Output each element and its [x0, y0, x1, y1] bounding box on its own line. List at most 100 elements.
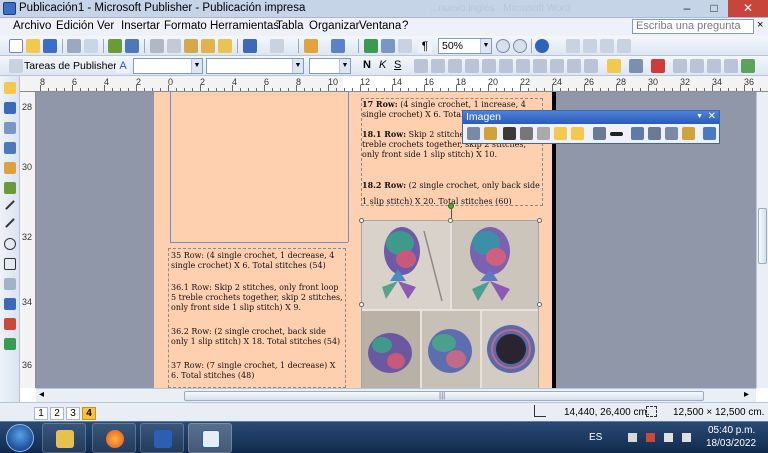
menu-organizar[interactable]: Organizar [309, 20, 360, 32]
bold-button[interactable]: N [363, 59, 371, 71]
publisher-tasks-icon[interactable] [9, 59, 23, 73]
design-gallery-icon[interactable] [4, 338, 16, 350]
dash-style-icon[interactable] [690, 59, 704, 73]
color-picture-icon[interactable] [484, 127, 497, 140]
arrow-style-icon[interactable] [707, 59, 721, 73]
scroll-left-arrow[interactable]: ◂ [39, 389, 44, 400]
undo-icon[interactable] [243, 39, 257, 53]
form-control-icon[interactable] [4, 318, 16, 330]
text-wrap-icon[interactable] [631, 127, 644, 140]
autoshapes-icon[interactable] [4, 278, 16, 290]
reset-picture-icon[interactable] [682, 127, 695, 140]
menu-archivo[interactable]: Archivo [13, 20, 51, 32]
close-window-button[interactable]: ✕ [728, 0, 768, 17]
picture-toolbar[interactable]: Imagen ▼ ✕ [462, 110, 720, 144]
line-style-icon[interactable] [673, 59, 687, 73]
taskbar-word[interactable] [140, 423, 184, 453]
menu-herramientas[interactable]: Herramientas [210, 20, 279, 32]
decrease-indent-icon[interactable] [533, 59, 547, 73]
network-alert-icon[interactable] [646, 433, 655, 442]
crochet-photo-collage[interactable] [361, 220, 539, 388]
arrow-icon[interactable] [5, 218, 15, 228]
select-pointer-icon[interactable] [4, 82, 16, 94]
publisher-app-icon[interactable] [3, 2, 16, 15]
crop-picture-icon[interactable] [593, 127, 606, 140]
save-icon[interactable] [43, 39, 57, 53]
picture-frame-icon[interactable] [4, 162, 16, 174]
picture-toolbar-title[interactable]: Imagen [463, 111, 719, 124]
distribute-icon[interactable] [482, 59, 496, 73]
zoom-in-icon[interactable] [513, 39, 527, 53]
clipboard-icon[interactable] [201, 39, 215, 53]
line-icon[interactable] [5, 200, 15, 210]
spelling-icon[interactable] [108, 39, 122, 53]
styles-icon[interactable]: A [116, 59, 130, 73]
taskbar-explorer[interactable] [42, 423, 86, 453]
menu-edicion[interactable]: Edición [56, 20, 94, 32]
toolbar-options-icon[interactable]: ▼ [696, 113, 703, 120]
menu-insertar[interactable]: Insertar [121, 20, 160, 32]
fill-color-icon[interactable] [607, 59, 621, 73]
insert-table-icon[interactable] [4, 122, 16, 134]
menu-ventana[interactable]: Ventana [359, 20, 401, 32]
chevron-down-icon[interactable]: ▼ [191, 59, 202, 73]
horizontal-ruler[interactable]: 8 6 4 2 0 2 4 6 8 10 12 14 16 18 20 22 24 26 28 30 32 34 36 [20, 76, 768, 92]
chevron-down-icon[interactable]: ▼ [292, 59, 303, 73]
numbering-icon[interactable] [499, 59, 513, 73]
wordart-icon[interactable] [4, 142, 16, 154]
maximize-button[interactable]: □ [701, 0, 727, 17]
insert-picture-icon[interactable] [467, 127, 480, 140]
clip-art-icon[interactable] [4, 182, 16, 194]
chevron-down-icon[interactable]: ▼ [480, 39, 491, 53]
underline-button[interactable]: S [394, 59, 401, 71]
vertical-scroll-thumb[interactable] [758, 208, 767, 264]
format-painter-icon[interactable] [218, 39, 232, 53]
copy-icon[interactable] [167, 39, 181, 53]
paste-icon[interactable] [184, 39, 198, 53]
insert-hyperlink-icon[interactable] [364, 39, 378, 53]
vertical-scrollbar[interactable] [756, 92, 768, 388]
style-select[interactable]: ▼ [133, 58, 203, 74]
horizontal-scrollbar[interactable]: ◂ ||| ▸ [36, 388, 756, 402]
signal-icon[interactable] [664, 433, 673, 442]
shadow-style-icon[interactable] [724, 59, 738, 73]
wrap-icon[interactable] [600, 39, 614, 53]
rotation-handle[interactable] [448, 203, 454, 209]
less-brightness-icon[interactable] [554, 127, 567, 140]
set-transparent-color-icon[interactable] [665, 127, 678, 140]
page-tab-3[interactable]: 3 [66, 407, 80, 420]
page-tab-1[interactable]: 1 [34, 407, 48, 420]
zoom-select[interactable]: 50% ▼ [438, 38, 492, 54]
chevron-down-icon[interactable]: ▼ [339, 59, 350, 73]
resize-handle[interactable] [448, 218, 453, 223]
bullets-icon[interactable] [516, 59, 530, 73]
close-toolbar-button[interactable]: ✕ [708, 111, 716, 123]
more-contrast-icon[interactable] [503, 127, 516, 140]
decrease-font-icon[interactable] [567, 59, 581, 73]
italic-button[interactable]: K [379, 59, 386, 71]
volume-icon[interactable] [682, 433, 691, 442]
page-tab-2[interactable]: 2 [50, 407, 64, 420]
compress-pictures-icon[interactable] [703, 127, 716, 140]
align-right-icon[interactable] [448, 59, 462, 73]
paragraph-row-35[interactable]: 35 Row: (4 single crochet, 1 decrease, 4… [171, 251, 343, 271]
crop-icon[interactable] [566, 39, 580, 53]
page-tab-4[interactable]: 4 [82, 407, 96, 420]
horizontal-scroll-thumb[interactable]: ||| [184, 391, 704, 401]
more-brightness-icon[interactable] [537, 127, 550, 140]
hot-spot-icon[interactable] [4, 298, 16, 310]
print-icon[interactable] [67, 39, 81, 53]
taskbar-firefox[interactable] [92, 423, 136, 453]
line-style-icon[interactable] [610, 132, 623, 136]
font-color-icon[interactable] [651, 59, 665, 73]
increase-font-icon[interactable] [584, 59, 598, 73]
resize-handle[interactable] [537, 302, 542, 307]
publisher-tasks-button[interactable]: Tareas de Publisher [24, 60, 117, 72]
3d-style-icon[interactable] [741, 59, 755, 73]
menu-formato[interactable]: Formato [164, 20, 207, 32]
menu-help[interactable]: ? [402, 20, 408, 32]
menu-tabla[interactable]: Tabla [276, 20, 304, 32]
cut-icon[interactable] [150, 39, 164, 53]
shadow-icon[interactable] [617, 39, 631, 53]
vertical-ruler[interactable]: 28 30 32 34 36 [20, 92, 36, 388]
